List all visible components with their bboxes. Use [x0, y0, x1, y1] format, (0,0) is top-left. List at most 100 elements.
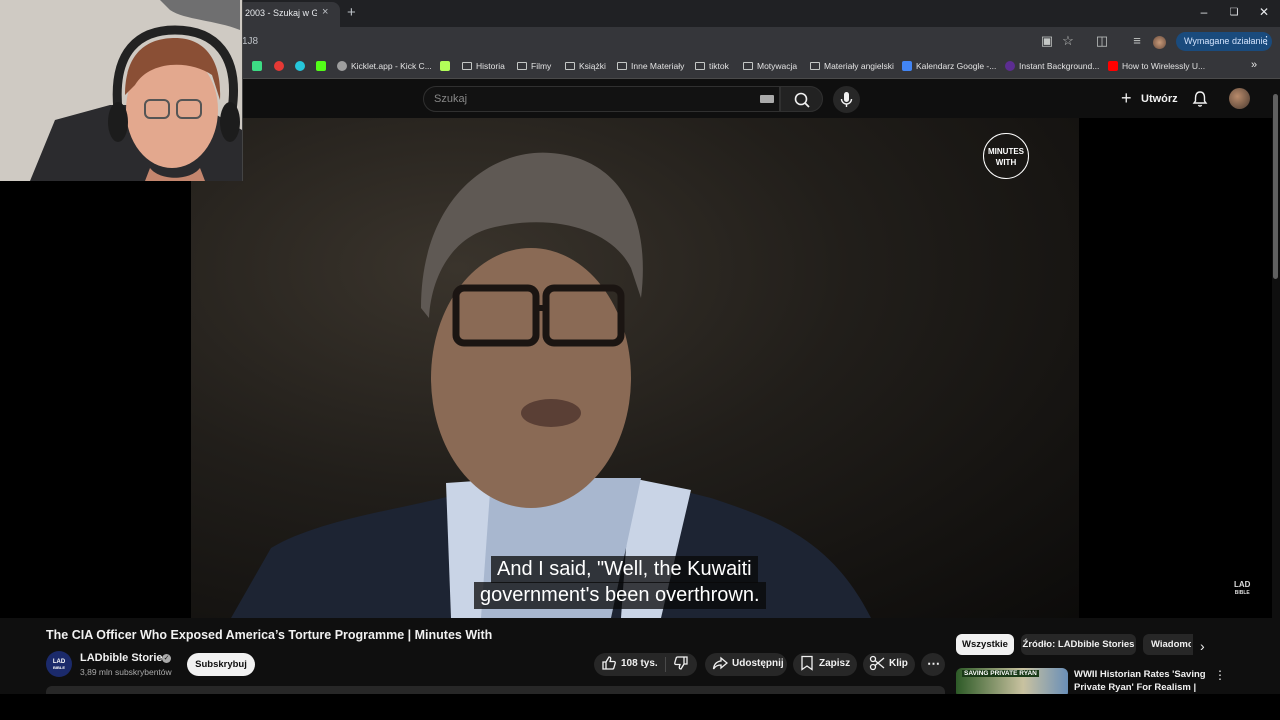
search-placeholder: Szukaj [434, 93, 468, 105]
bookmark-label: Książki [579, 61, 606, 71]
more-vertical-icon[interactable]: ⋮ [1214, 668, 1226, 682]
thumbnail-text: SAVING PRIVATE RYAN [962, 670, 1039, 677]
subscriber-count: 3,89 mln subskrybentów [80, 667, 172, 677]
bottom-bar [0, 694, 1280, 720]
minimize-icon[interactable]: – [1194, 5, 1214, 19]
channel-name[interactable]: LADbible Stories [80, 652, 169, 664]
bookmark-folder[interactable]: tiktok [695, 61, 729, 71]
install-app-icon[interactable]: ▣ [1038, 33, 1056, 49]
red-app-icon [274, 61, 284, 71]
bookmark-folder[interactable]: Filmy [517, 61, 551, 71]
more-horizontal-icon: ⋯ [927, 656, 940, 671]
verified-icon: ✓ [162, 654, 171, 663]
url-text[interactable]: 1J8 [242, 36, 258, 47]
restore-icon[interactable]: ❏ [1224, 7, 1244, 18]
share-icon [712, 655, 729, 674]
folder-icon [810, 62, 820, 70]
microphone-icon [840, 92, 853, 107]
chevron-right-icon[interactable]: › [1200, 638, 1205, 654]
more-bookmarks-icon[interactable]: » [1251, 59, 1257, 71]
folder-icon [695, 62, 705, 70]
bookmark-label: Kicklet.app - Kick C... [351, 61, 432, 71]
green-app-icon [252, 61, 262, 71]
folder-icon [617, 62, 627, 70]
bookmark-label: Materiały angielski [824, 61, 894, 71]
kicklet-icon [337, 61, 347, 71]
bookmark-item[interactable] [316, 61, 326, 71]
bookmark-folder[interactable]: Historia [462, 61, 505, 71]
thumbs-down-icon [674, 656, 688, 670]
bookmark-folder[interactable]: Książki [565, 61, 606, 71]
bookmark-item[interactable]: Kalendarz Google -... [902, 61, 996, 71]
search-input[interactable] [423, 86, 780, 112]
close-window-icon[interactable]: ✕ [1254, 5, 1274, 19]
ladbible-watermark: LAD BIBLE [1234, 580, 1251, 597]
subscribe-label: Subskrybuj [195, 659, 247, 670]
save-icon [800, 655, 814, 674]
minutes-with-logo-text: MINUTES WITH [988, 147, 1024, 167]
search-button[interactable] [780, 86, 823, 112]
tab-title: 2003 - Szukaj w Goo [245, 8, 317, 18]
caption-line-1: And I said, "Well, the Kuwaiti [491, 556, 758, 583]
bookmark-label: Historia [476, 61, 505, 71]
bookmark-item[interactable] [252, 61, 262, 71]
extensions-icon[interactable]: ◫ [1093, 33, 1111, 49]
video-title: The CIA Officer Who Exposed America’s To… [46, 628, 493, 642]
speaker-figure [231, 152, 871, 618]
calendar-icon [902, 61, 912, 71]
voice-search-button[interactable] [833, 86, 860, 113]
channel-avatar-text: LAD BIBLE [52, 659, 66, 670]
bookmark-label: Instant Background... [1019, 61, 1100, 71]
video-frame[interactable] [191, 118, 1079, 618]
account-avatar[interactable] [1229, 88, 1250, 109]
create-button[interactable]: Utwórz [1141, 93, 1178, 105]
streamer-figure [0, 0, 242, 181]
clip-label: Klip [889, 658, 908, 669]
bookmark-label: Motywacja [757, 61, 798, 71]
share-label: Udostępnij [732, 658, 784, 669]
bookmark-item[interactable] [440, 61, 450, 71]
bookmark-folder[interactable]: Materiały angielski [810, 61, 894, 71]
instant-bg-icon [1005, 61, 1015, 71]
description-box[interactable] [46, 686, 945, 694]
teal-app-icon [295, 61, 305, 71]
profile-avatar-icon[interactable] [1153, 36, 1166, 49]
bookmark-label: Inne Materiały [631, 61, 685, 71]
bookmark-label: Filmy [531, 61, 552, 71]
bookmark-label: Kalendarz Google -... [916, 61, 997, 71]
bookmark-star-icon[interactable]: ☆ [1059, 33, 1077, 49]
chip-source-label: Źródło: LADbible Stories [1022, 639, 1135, 650]
bookmark-label: How to Wirelessly U... [1122, 61, 1206, 71]
chip-news-label: Wiadomości [1151, 639, 1191, 650]
notifications-icon[interactable] [1192, 90, 1208, 113]
required-action-label: Wymagane działanie [1184, 36, 1268, 46]
bookmark-item[interactable] [295, 61, 305, 71]
lime-app-icon [440, 61, 450, 71]
like-count: 108 tys. [621, 658, 658, 669]
bookmark-item[interactable]: Instant Background... [1005, 61, 1099, 71]
youtube-icon [1108, 61, 1118, 71]
search-icon [794, 92, 810, 108]
bookmark-item[interactable]: How to Wirelessly U... [1108, 61, 1205, 71]
keyboard-icon[interactable] [760, 95, 774, 103]
folder-icon [743, 62, 753, 70]
browser-menu-icon[interactable]: ⋮ [1261, 34, 1272, 47]
save-label: Zapisz [819, 658, 851, 669]
chip-all-label: Wszystkie [962, 639, 1008, 650]
bookmark-folder[interactable]: Inne Materiały [617, 61, 684, 71]
new-tab-icon[interactable]: + [347, 4, 356, 21]
folder-icon [462, 62, 472, 70]
scrollbar-thumb[interactable] [1273, 94, 1278, 279]
bookmark-item[interactable]: Kicklet.app - Kick C... [337, 61, 432, 71]
bookmark-item[interactable] [274, 61, 284, 71]
dislike-button[interactable] [673, 655, 689, 674]
like-button[interactable] [601, 655, 617, 674]
media-control-icon[interactable]: ≡ [1128, 33, 1146, 48]
create-plus-icon[interactable]: + [1121, 88, 1132, 109]
folder-icon [517, 62, 527, 70]
bookmark-label: tiktok [709, 61, 729, 71]
tab-close-icon[interactable]: × [322, 6, 328, 18]
webcam-overlay [0, 0, 243, 181]
scissors-icon [869, 655, 885, 674]
bookmark-folder[interactable]: Motywacja [743, 61, 797, 71]
